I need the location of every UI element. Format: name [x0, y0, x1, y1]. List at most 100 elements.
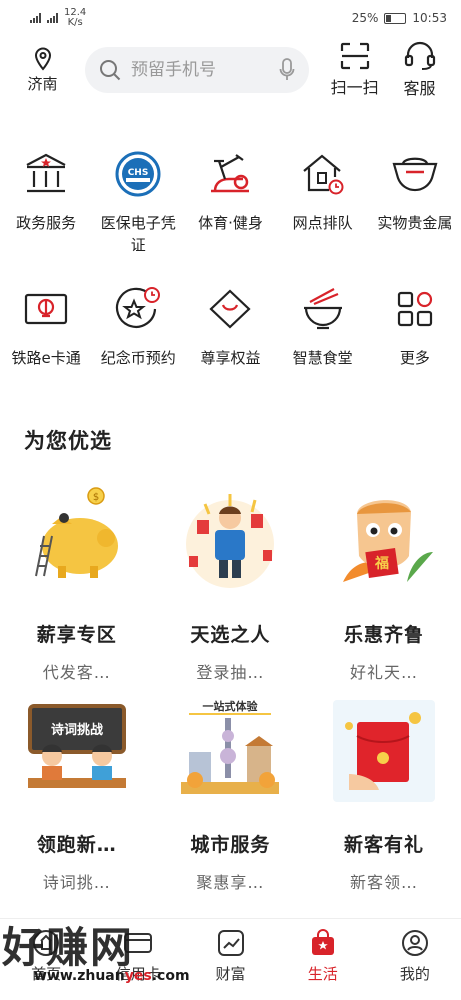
signal-icon [47, 13, 58, 23]
poetry-banner-text: 诗词挑战 [51, 722, 103, 738]
service-railway-card[interactable]: 铁路e卡通 [0, 281, 92, 369]
service-label: 客服 [403, 79, 436, 98]
service-label: 更多 [399, 349, 430, 367]
watermark-url-part: .com [151, 968, 190, 984]
status-bar: 12.4 K/s 25% 10:53 [0, 0, 461, 36]
service-branch-queue[interactable]: 网点排队 [277, 146, 369, 256]
promo-row-1: $ 薪享专区 代发客… 天选之人 登录抽… 福 乐惠齐鲁 好礼天… [0, 486, 461, 683]
scan-label: 扫一扫 [330, 78, 379, 97]
search-bar[interactable] [85, 47, 310, 93]
service-premium-rights[interactable]: 尊享权益 [184, 281, 276, 369]
city-services-illustration: 一站式体验 [181, 699, 280, 794]
service-label: 纪念币预约 [100, 349, 176, 367]
nav-label: 生活 [307, 965, 338, 983]
chs-medical-insurance-icon: CHS [110, 146, 166, 202]
scan-icon [340, 42, 369, 70]
promo-title: 城市服务 [190, 834, 271, 856]
gold-ingot-icon [387, 146, 443, 202]
promo-subtitle: 诗词挑… [42, 873, 111, 892]
section-title: 为您优选 [24, 429, 112, 453]
customer-service-button[interactable]: 客服 [392, 41, 447, 99]
promo-title: 乐惠齐鲁 [343, 624, 424, 646]
location-selector[interactable]: 济南 [18, 46, 67, 94]
clock: 10:53 [412, 11, 447, 25]
battery-percent: 25% [351, 11, 379, 25]
shopping-bag-icon [311, 929, 334, 955]
header: 济南 扫一扫 客服 [0, 40, 461, 100]
service-label: 智慧食堂 [292, 349, 353, 367]
promo-card[interactable]: 福 乐惠齐鲁 好礼天… [307, 486, 461, 683]
piggy-bank-illustration: $ [34, 487, 118, 578]
nav-mine[interactable]: 我的 [369, 919, 461, 1000]
watermark-url-part: www.zhuan [34, 968, 125, 984]
svg-text:福: 福 [374, 555, 389, 572]
service-label: 医保电子凭证 [100, 214, 176, 254]
watermark: 好赚网 [2, 923, 135, 972]
search-icon [100, 60, 121, 81]
service-grid-row-1: 政务服务 CHS 医保电子凭证 体育·健身 网点排队 实物贵金属 [0, 146, 461, 256]
microphone-icon[interactable] [279, 58, 295, 82]
nav-label: 财富 [215, 965, 246, 983]
mascot-fu-illustration: 福 [342, 500, 433, 582]
nav-label: 我的 [399, 965, 430, 983]
branch-queue-icon [295, 146, 351, 202]
location-label: 济南 [27, 74, 58, 93]
poetry-challenge-illustration: 诗词挑战 [27, 704, 126, 788]
promo-subtitle: 好礼天… [349, 663, 418, 682]
service-more[interactable]: 更多 [369, 281, 461, 369]
svg-text:CHS: CHS [128, 168, 149, 178]
exercise-bike-icon [202, 146, 258, 202]
nav-life[interactable]: 生活 [277, 919, 369, 1000]
service-smart-canteen[interactable]: 智慧食堂 [277, 281, 369, 369]
diamond-icon [202, 281, 258, 337]
promo-title: 新客有礼 [343, 834, 424, 856]
service-label: 实物贵金属 [377, 214, 453, 232]
service-sports-fitness[interactable]: 体育·健身 [184, 146, 276, 256]
headset-icon [404, 41, 435, 70]
railway-card-icon [18, 281, 74, 337]
red-envelope-illustration [332, 700, 435, 802]
status-right: 25% 10:53 [352, 11, 447, 25]
location-pin-icon [34, 46, 51, 71]
service-label: 网点排队 [292, 214, 353, 232]
promo-title: 天选之人 [190, 624, 271, 646]
watermark-url: www.zhuanyes.com [34, 968, 190, 984]
promo-subtitle: 登录抽… [196, 663, 265, 682]
promo-row-2: 诗词挑战 领跑新… 诗词挑… 一站式体验 城市服务 聚惠享… 新客有礼 新客领… [0, 696, 461, 893]
promo-card[interactable]: 天选之人 登录抽… [154, 486, 308, 683]
service-label: 体育·健身 [198, 214, 263, 232]
status-left: 12.4 K/s [30, 8, 86, 28]
trend-chart-icon [217, 930, 244, 956]
promo-subtitle: 新客领… [349, 873, 418, 892]
service-coin-reservation[interactable]: 纪念币预约 [92, 281, 184, 369]
noodle-bowl-icon [295, 281, 351, 337]
promo-card[interactable]: 新客有礼 新客领… [307, 696, 461, 893]
promo-title: 领跑新… [36, 834, 117, 856]
service-medical-insurance[interactable]: CHS 医保电子凭证 [92, 146, 184, 256]
svg-text:$: $ [93, 492, 99, 503]
service-precious-metals[interactable]: 实物贵金属 [369, 146, 461, 256]
city-banner-text: 一站式体验 [203, 699, 259, 713]
lucky-person-illustration [186, 494, 275, 588]
watermark-url-part: yes [124, 968, 152, 984]
signal-icon [30, 13, 41, 23]
service-grid-row-2: 铁路e卡通 纪念币预约 尊享权益 智慧食堂 更多 [0, 281, 461, 369]
promo-subtitle: 代发客… [42, 663, 111, 682]
scan-button[interactable]: 扫一扫 [327, 42, 382, 98]
user-icon [401, 930, 428, 956]
promo-title: 薪享专区 [36, 624, 117, 646]
coin-reservation-icon [110, 281, 166, 337]
more-grid-icon [387, 281, 443, 337]
promo-card[interactable]: 一站式体验 城市服务 聚惠享… [154, 696, 308, 893]
promo-card[interactable]: 诗词挑战 领跑新… 诗词挑… [0, 696, 154, 893]
nav-wealth[interactable]: 财富 [184, 919, 276, 1000]
network-speed: 12.4 K/s [64, 8, 86, 28]
service-label: 尊享权益 [200, 349, 261, 367]
service-label: 铁路e卡通 [11, 349, 81, 367]
search-input[interactable] [131, 60, 270, 80]
network-speed-unit: K/s [67, 17, 83, 28]
promo-card[interactable]: $ 薪享专区 代发客… [0, 486, 154, 683]
service-government[interactable]: 政务服务 [0, 146, 92, 256]
promo-subtitle: 聚惠享… [196, 873, 265, 892]
government-building-icon [18, 146, 74, 202]
